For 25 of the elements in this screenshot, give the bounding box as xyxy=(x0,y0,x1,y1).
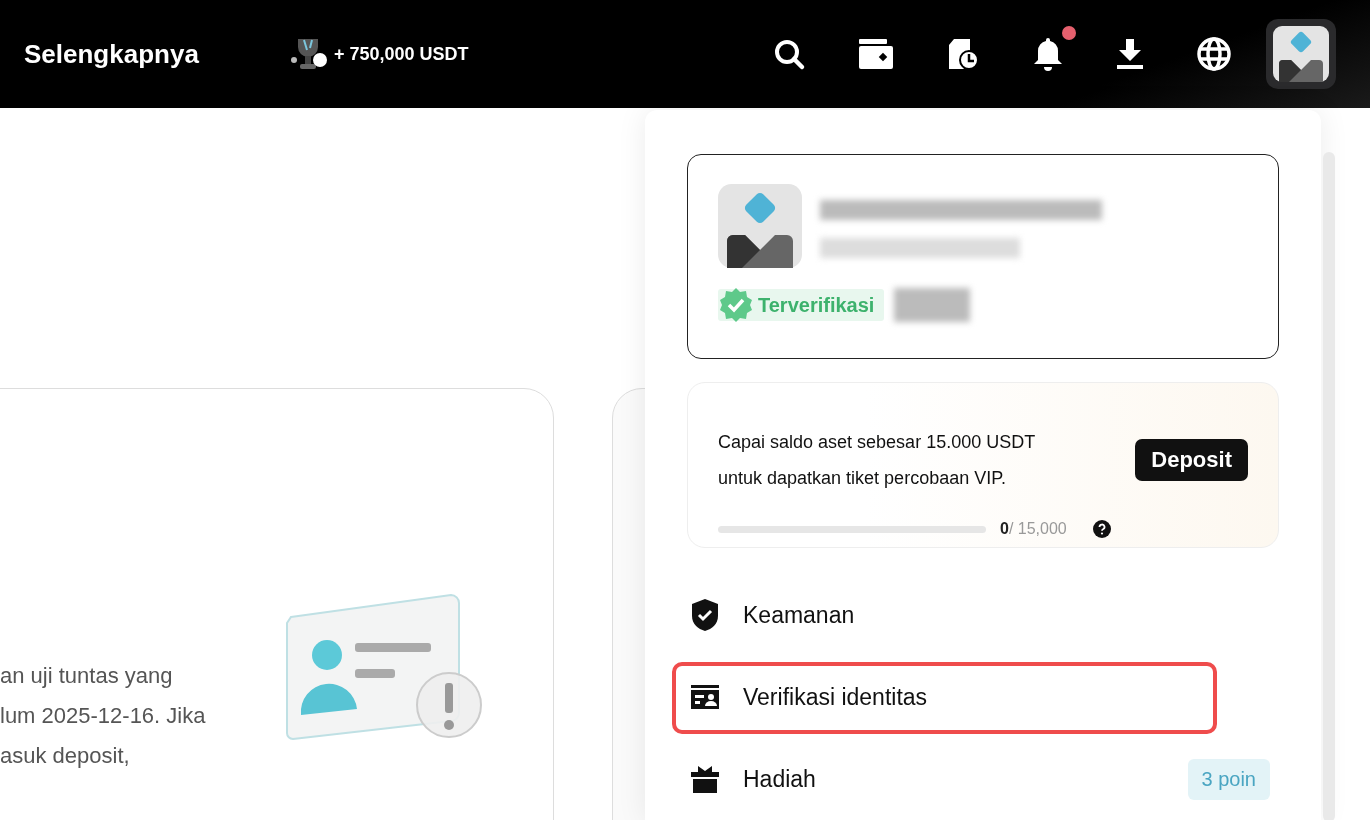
avatar-icon xyxy=(1273,26,1329,82)
page-title[interactable]: Selengkapnya xyxy=(24,38,290,70)
gift-icon xyxy=(690,764,720,794)
document-clock-icon[interactable] xyxy=(946,37,980,71)
verified-check-icon xyxy=(718,287,754,323)
notice-text: an uji tuntas yang lum 2025-12-16. Jika asuk deposit, xyxy=(0,662,206,770)
deposit-button[interactable]: Deposit xyxy=(1135,439,1248,481)
bell-icon[interactable] xyxy=(1032,36,1064,72)
trophy-icon xyxy=(290,36,328,72)
menu-item[interactable]: Hadiah 3 poin xyxy=(687,738,1279,820)
wallet-icon[interactable] xyxy=(858,38,894,70)
points-badge: 3 poin xyxy=(1187,758,1270,800)
progress-count: 0/ 15,000 xyxy=(1000,520,1067,538)
reward-amount: + 750,000 USDT xyxy=(334,43,469,65)
globe-icon[interactable] xyxy=(1196,36,1232,72)
id-card-icon xyxy=(690,684,720,710)
promo-text: Capai saldo aset sebesar 15.000 USDT untuk dapatkan tiket percobaan VIP. xyxy=(718,431,1036,490)
search-icon[interactable] xyxy=(772,37,806,71)
shield-check-icon xyxy=(690,598,720,632)
verified-badge: Terverifikasi xyxy=(718,289,885,321)
help-icon[interactable] xyxy=(1092,520,1111,538)
menu-item[interactable]: Verifikasi identitas xyxy=(687,656,1279,738)
download-icon[interactable] xyxy=(1116,38,1144,70)
menu-item[interactable]: Keamanan xyxy=(687,574,1279,656)
avatar-button[interactable] xyxy=(1266,19,1336,89)
